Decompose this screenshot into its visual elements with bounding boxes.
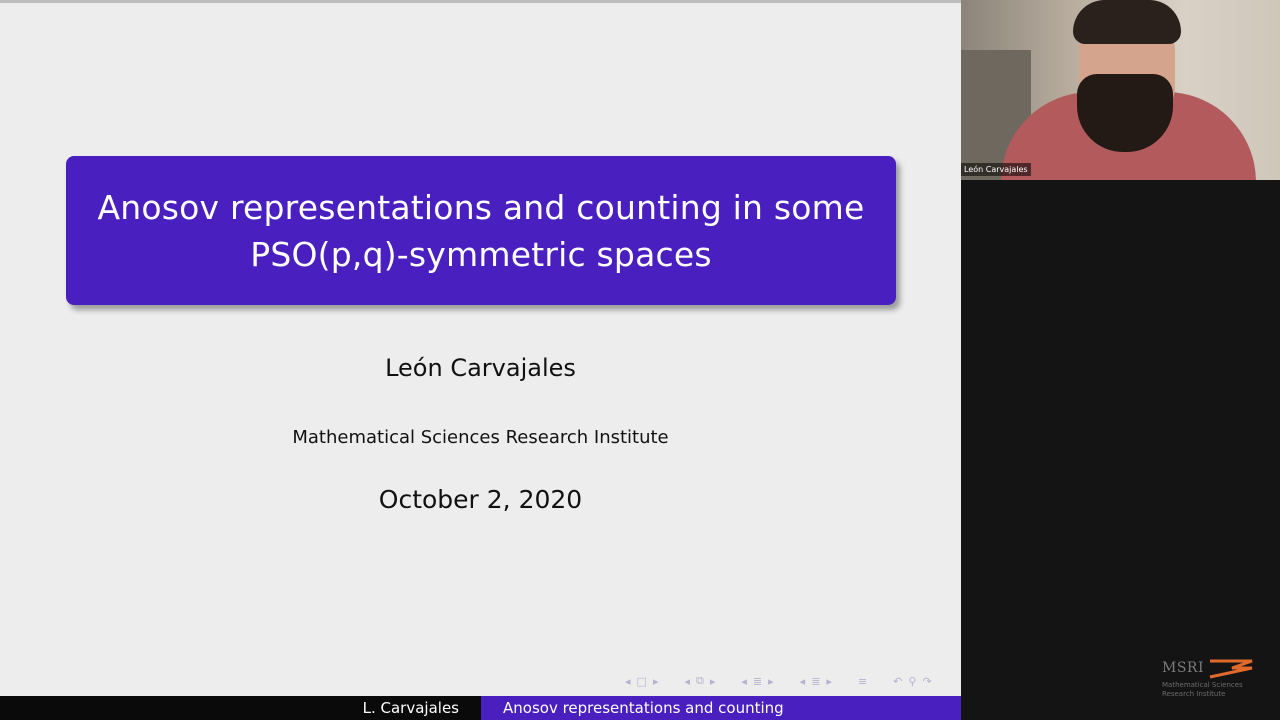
prev-section-icon[interactable]: ◂: [741, 675, 747, 688]
presentation-date: October 2, 2020: [378, 485, 583, 514]
next-subsection-icon[interactable]: ▸: [710, 675, 716, 688]
toc-icon[interactable]: ≡: [858, 675, 867, 688]
msri-logo-line2: Research Institute: [1162, 690, 1226, 698]
msri-logo-word: MSRI: [1162, 660, 1204, 676]
title-box: Anosov representations and counting in s…: [66, 156, 896, 305]
slide-top-border: [0, 0, 961, 3]
section-icon[interactable]: ≣: [753, 675, 762, 688]
subsection-icon[interactable]: ≣: [811, 675, 820, 688]
frame-icon[interactable]: □: [637, 675, 647, 688]
participant-name-label: León Carvajales: [961, 163, 1031, 176]
msri-logo: MSRI Mathematical Sciences Research Inst…: [1162, 657, 1262, 702]
msri-logo-mark-icon: [1209, 659, 1253, 679]
prev-part-icon[interactable]: ◂: [800, 675, 806, 688]
participant-video[interactable]: León Carvajales: [961, 0, 1280, 180]
slide-footer: L. Carvajales Anosov representations and…: [0, 696, 961, 720]
undo-icon[interactable]: ↶: [893, 675, 902, 688]
frames-stack-icon[interactable]: ⧉: [696, 674, 704, 688]
next-frame-icon[interactable]: ▸: [653, 675, 659, 688]
title-line-2: PSO(p,q)-symmetric spaces: [250, 234, 712, 274]
prev-frame-icon[interactable]: ◂: [625, 675, 631, 688]
next-section-icon[interactable]: ▸: [768, 675, 774, 688]
author-name: León Carvajales: [385, 354, 576, 382]
prev-subsection-icon[interactable]: ◂: [684, 675, 690, 688]
footer-short-title: Anosov representations and counting: [481, 696, 961, 720]
presentation-slide: Anosov representations and counting in s…: [0, 0, 961, 720]
redo-icon[interactable]: ↷: [922, 675, 931, 688]
institute-name: Mathematical Sciences Research Institute: [292, 427, 669, 448]
title-line-1: Anosov representations and counting in s…: [97, 187, 865, 227]
next-part-icon[interactable]: ▸: [826, 675, 832, 688]
msri-logo-line1: Mathematical Sciences: [1162, 681, 1243, 689]
beamer-navigation-bar: ◂ □ ▸ ◂ ⧉ ▸ ◂ ≣ ▸ ◂ ≣ ▸ ≡ ↶ ⚲ ↷: [622, 672, 935, 690]
footer-author: L. Carvajales: [0, 696, 481, 720]
search-icon[interactable]: ⚲: [908, 675, 916, 688]
